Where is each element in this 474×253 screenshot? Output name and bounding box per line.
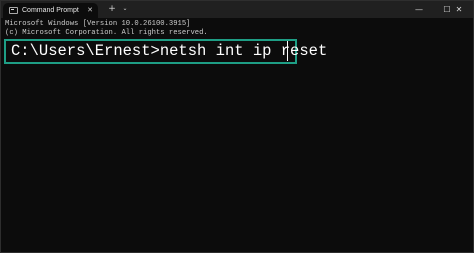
prompt-text: C:\Users\Ernest> — [11, 42, 160, 60]
window-close-icon[interactable]: ✕ — [445, 1, 473, 18]
close-icon[interactable]: ✕ — [85, 5, 95, 15]
highlighted-command[interactable]: C:\Users\Ernest>netsh int ip reset — [4, 39, 327, 64]
tab-command-prompt[interactable]: Command Prompt ✕ — [3, 3, 98, 18]
copyright-line: (c) Microsoft Corporation. All rights re… — [5, 29, 208, 37]
terminal-icon — [9, 7, 18, 14]
terminal-output[interactable]: Microsoft Windows [Version 10.0.26100.39… — [5, 20, 469, 38]
text-cursor — [287, 41, 288, 61]
command-line: C:\Users\Ernest>netsh int ip reset — [11, 42, 327, 61]
terminal-window: Command Prompt ✕ + ⌄ — ☐ ✕ Microsoft Win… — [0, 0, 474, 253]
chevron-down-icon[interactable]: ⌄ — [120, 4, 130, 14]
plus-icon[interactable]: + — [107, 4, 117, 14]
command-text: netsh int ip reset — [159, 42, 328, 60]
minimize-icon[interactable]: — — [405, 1, 433, 18]
version-line: Microsoft Windows [Version 10.0.26100.39… — [5, 20, 191, 28]
tab-title: Command Prompt — [22, 7, 79, 14]
title-bar: Command Prompt ✕ + ⌄ — ☐ ✕ — [1, 1, 473, 18]
